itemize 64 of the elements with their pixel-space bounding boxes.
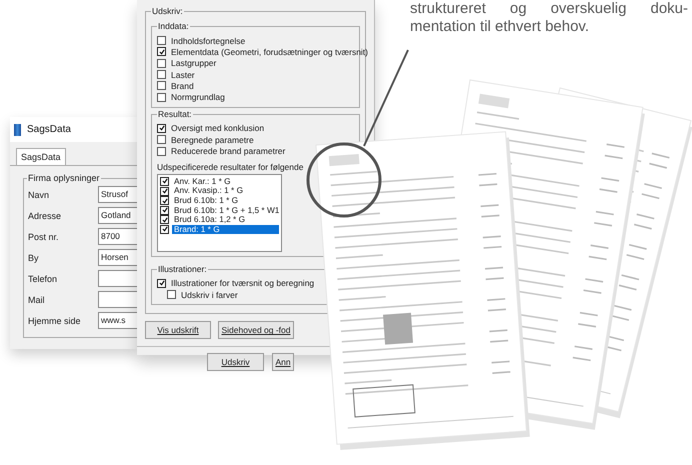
- group-title: Firma oplysninger: [27, 173, 101, 184]
- caption-line: struktureret og overskuelig doku-: [410, 0, 688, 18]
- checkbox-label: Laster: [171, 70, 195, 80]
- tab[interactable]: SagsData: [16, 148, 66, 165]
- field-label: Mail: [28, 294, 46, 304]
- checkbox[interactable]: [157, 278, 166, 288]
- checkbox[interactable]: [157, 36, 166, 46]
- checkbox[interactable]: [167, 290, 176, 300]
- checkbox-label: Lastgrupper: [171, 58, 216, 68]
- checkbox[interactable]: [157, 58, 166, 68]
- input-field[interactable]: Strusof: [98, 186, 137, 203]
- field-label: Adresse: [28, 210, 62, 220]
- checkbox-label: Reducerede brand parametrer: [171, 146, 286, 156]
- input-field[interactable]: www.s: [98, 312, 137, 329]
- checkbox[interactable]: [157, 81, 166, 90]
- results-list[interactable]: Anv. Kar.: 1 * G Anv. Kvasip.: 1 * G Brud 6.10b: 1 * G Brud 6.10b: 1 * G + 1,5 * W1 Brud 6.10a: 1,2 * G Brand: 1 * G: [157, 174, 282, 252]
- checkbox[interactable]: [157, 146, 166, 156]
- list-item[interactable]: Brand: 1 * G: [172, 224, 279, 234]
- checkbox-label: Normgrundlag: [171, 92, 225, 102]
- checkbox-label: Oversigt med konklusion: [171, 123, 264, 134]
- checkbox[interactable]: [157, 70, 166, 80]
- input-field[interactable]: Gotland: [98, 207, 137, 224]
- list-label: Udspecificerede resultater for følgende: [157, 162, 304, 172]
- checkbox[interactable]: [160, 176, 169, 186]
- checkbox[interactable]: [157, 92, 166, 102]
- checkbox-label: Brand: [171, 80, 194, 91]
- list-item[interactable]: Brud 6.10a: 1,2 * G: [172, 215, 248, 225]
- field-label: By: [28, 252, 40, 262]
- input-field[interactable]: [98, 270, 137, 287]
- checkbox[interactable]: [160, 196, 169, 206]
- dialog-button[interactable]: Udskriv: [207, 353, 264, 372]
- input-field[interactable]: 8700: [98, 228, 137, 245]
- dialog-button[interactable]: Ann: [272, 353, 294, 372]
- checkbox-label: Udskriv i farver: [181, 290, 238, 300]
- window-title: SagsData: [27, 124, 71, 135]
- group-title: Illustrationer:: [157, 264, 208, 274]
- group-title: Udskriv:: [151, 6, 184, 16]
- checkbox[interactable]: [157, 124, 166, 133]
- checkbox-label: Elementdata (Geometri, forudsætninger og tværsnit): [171, 46, 368, 57]
- group-title: Resultat:: [157, 108, 193, 119]
- list-item[interactable]: Anv. Kvasip.: 1 * G: [172, 186, 246, 196]
- list-item[interactable]: Brud 6.10b: 1 * G + 1,5 * W1: [172, 206, 282, 215]
- dialog-button[interactable]: Vis udskrift: [145, 321, 211, 340]
- group-title: Inddata:: [157, 21, 190, 31]
- list-item[interactable]: Anv. Kar.: 1 * G: [172, 176, 233, 186]
- checkbox[interactable]: [157, 47, 166, 56]
- checkbox[interactable]: [160, 206, 169, 215]
- checkbox-label: Indholdsfortegnelse: [171, 36, 246, 46]
- input-field[interactable]: [98, 291, 137, 308]
- field-label: Telefon: [28, 274, 58, 284]
- dialog-button[interactable]: Sidehoved og -fod: [218, 321, 294, 340]
- checkbox[interactable]: [157, 135, 166, 144]
- field-label: Post nr.: [28, 232, 60, 242]
- checkbox[interactable]: [160, 215, 169, 224]
- checkbox-label: Illustrationer for tværsnit og beregning: [171, 278, 314, 288]
- app-icon: [14, 124, 21, 136]
- checkbox[interactable]: [160, 224, 169, 234]
- caption-line: mentation til ethvert behov.: [410, 18, 590, 36]
- checkbox-label: Beregnede parametre: [171, 134, 254, 145]
- input-field[interactable]: Horsen: [98, 249, 137, 266]
- checkbox[interactable]: [160, 186, 169, 196]
- field-label: Navn: [28, 190, 50, 200]
- field-label: Hjemme side: [28, 316, 82, 326]
- list-item[interactable]: Brud 6.10b: 1 * G: [172, 196, 240, 206]
